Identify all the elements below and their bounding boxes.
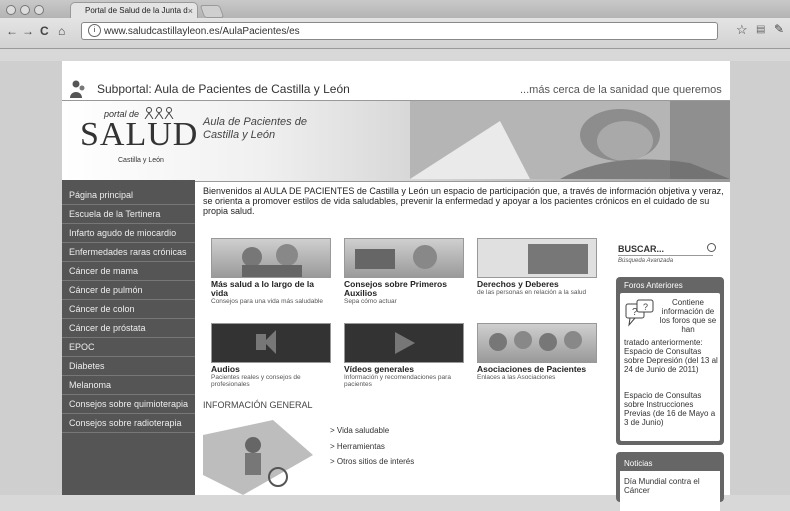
card-description: Información y recomendaciones para pacie… xyxy=(344,374,451,388)
sidebar-item-radioterapia[interactable]: Consejos sobre radioterapia xyxy=(62,414,195,433)
logo-region: Castilla y León xyxy=(118,157,164,164)
address-bar[interactable]: www.saludcastillayleon.es/AulaPacientes/… xyxy=(81,22,718,40)
foros-chat-icon: ? ? xyxy=(625,299,654,327)
svg-text:?: ? xyxy=(643,302,648,312)
search-icon[interactable] xyxy=(707,243,716,252)
link-otros-sitios[interactable]: > Otros sitios de interés xyxy=(330,457,414,466)
logo-salud[interactable]: SALUD xyxy=(80,116,198,154)
subportal-title: Subportal: Aula de Pacientes de Castilla… xyxy=(97,82,350,96)
home-icon[interactable]: ⌂ xyxy=(58,24,65,38)
forward-icon[interactable]: → xyxy=(22,24,34,38)
info-general-illustration xyxy=(203,420,313,495)
browser-tab[interactable]: Portal de Salud de la Junta d × xyxy=(70,2,198,18)
tab-close-icon[interactable]: × xyxy=(188,3,193,18)
aula-title: Aula de Pacientes de Castilla y León xyxy=(203,116,307,141)
card-primeros-auxilios[interactable]: Consejos sobre Primeros Auxilios Sepa có… xyxy=(344,238,464,305)
header-photo xyxy=(410,101,730,179)
page-menu-icon[interactable]: ▤ xyxy=(756,24,765,35)
sidebar-item-cancer-pulmon[interactable]: Cáncer de pulmón xyxy=(62,281,195,300)
foros-text-depresion[interactable]: tratado anteriormente: Espacio de Consul… xyxy=(624,338,719,374)
page-margin-left xyxy=(0,61,62,495)
sidebar-item-epoc[interactable]: EPOC xyxy=(62,338,195,357)
sidebar-item-quimioterapia[interactable]: Consejos sobre quimioterapia xyxy=(62,395,195,414)
card-image[interactable] xyxy=(477,238,597,278)
card-description: de las personas en relación a la salud xyxy=(477,289,587,296)
close-window-button[interactable] xyxy=(6,5,16,15)
card-title[interactable]: Vídeos generales xyxy=(344,365,462,374)
minimize-window-button[interactable] xyxy=(20,5,30,15)
card-title[interactable]: Más salud a lo largo de la vida xyxy=(211,280,329,298)
settings-wrench-icon[interactable]: ✎ xyxy=(774,22,784,36)
search-underline xyxy=(618,255,713,256)
link-herramientas[interactable]: > Herramientas xyxy=(330,442,385,451)
card-videos-generales[interactable]: Vídeos generales Información y recomenda… xyxy=(344,323,464,388)
sidebar-item-cancer-mama[interactable]: Cáncer de mama xyxy=(62,262,195,281)
sidebar-item-melanoma[interactable]: Melanoma xyxy=(62,376,195,395)
card-title[interactable]: Asociaciones de Pacientes xyxy=(477,365,595,374)
card-title[interactable]: Derechos y Deberes xyxy=(477,280,595,289)
card-asociaciones[interactable]: Asociaciones de Pacientes Enlaces a las … xyxy=(477,323,597,381)
link-vida-saludable[interactable]: > Vida saludable xyxy=(330,426,389,435)
advanced-search-link[interactable]: Búsqueda Avanzada xyxy=(618,258,673,264)
info-general-heading: INFORMACIÓN GENERAL xyxy=(203,400,313,410)
card-image[interactable] xyxy=(344,238,464,278)
search-input[interactable]: BUSCAR... xyxy=(618,244,664,254)
page-info-icon[interactable]: i xyxy=(88,24,101,37)
zoom-window-button[interactable] xyxy=(34,5,44,15)
card-description: Sepa cómo actuar xyxy=(344,298,397,305)
card-image[interactable] xyxy=(477,323,597,363)
sidebar-item-diabetes[interactable]: Diabetes xyxy=(62,357,195,376)
back-icon[interactable]: ← xyxy=(6,24,18,38)
card-audios[interactable]: Audios Pacientes reales y consejos de pr… xyxy=(211,323,331,388)
card-mas-salud[interactable]: Más salud a lo largo de la vida Consejos… xyxy=(211,238,331,305)
sidebar-item-infarto[interactable]: Infarto agudo de miocardio xyxy=(62,224,195,243)
page-margin-right xyxy=(730,61,790,495)
card-image[interactable] xyxy=(211,238,331,278)
reload-icon[interactable]: C xyxy=(40,24,49,38)
noticias-title[interactable]: Noticias xyxy=(624,459,652,468)
welcome-text: Bienvenidos al AULA DE PACIENTES de Cast… xyxy=(203,186,724,216)
card-derechos-deberes[interactable]: Derechos y Deberes de las personas en re… xyxy=(477,238,597,296)
svg-text:?: ? xyxy=(632,307,638,318)
card-title[interactable]: Consejos sobre Primeros Auxilios xyxy=(344,280,462,298)
foros-text-intro: Contiene información de los foros que se… xyxy=(659,298,717,334)
card-description: Pacientes reales y consejos de profesion… xyxy=(211,374,301,388)
bookmark-star-icon[interactable]: ☆ xyxy=(736,22,748,38)
card-title[interactable]: Audios xyxy=(211,365,329,374)
subportal-people-icon xyxy=(70,80,85,98)
url-text: www.saludcastillayleon.es/AulaPacientes/… xyxy=(104,26,300,37)
sidebar-item-enfermedades-raras[interactable]: Enfermedades raras crónicas xyxy=(62,243,195,262)
noticias-item[interactable]: Día Mundial contra el Cáncer xyxy=(624,477,719,495)
sidebar-item-cancer-colon[interactable]: Cáncer de colon xyxy=(62,300,195,319)
video-play-icon[interactable] xyxy=(344,323,464,363)
sidebar-item-cancer-prostata[interactable]: Cáncer de próstata xyxy=(62,319,195,338)
sidebar-item-escuela[interactable]: Escuela de la Tertinera xyxy=(62,205,195,224)
new-tab-button[interactable] xyxy=(199,5,225,18)
card-description: Consejos para una vida más saludable xyxy=(211,298,324,305)
foros-text-instrucciones[interactable]: Espacio de Consultas sobre Instrucciones… xyxy=(624,391,719,427)
tab-title: Portal de Salud de la Junta d xyxy=(85,6,188,15)
card-description: Enlaces a las Asociaciones xyxy=(477,374,556,381)
sidebar-item-pagina-principal[interactable]: Página principal xyxy=(62,186,195,205)
audio-speaker-icon[interactable] xyxy=(211,323,331,363)
foros-title[interactable]: Foros Anteriores xyxy=(624,281,683,290)
subportal-slogan: ...más cerca de la sanidad que queremos xyxy=(520,84,722,96)
